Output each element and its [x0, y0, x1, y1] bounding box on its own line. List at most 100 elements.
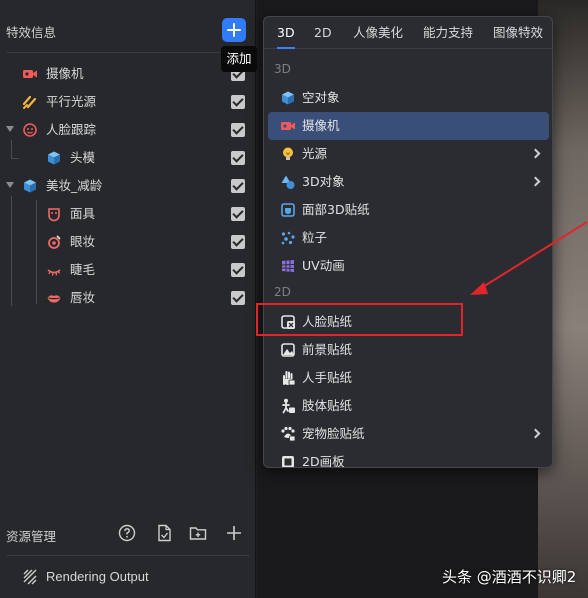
- shapes-icon: [280, 174, 296, 190]
- rendering-output-item[interactable]: Rendering Output: [0, 564, 256, 590]
- add-object-menu: 3D 2D 人像美化 能力支持 图像特效 3D 空对象 摄像机 光源 3D对象: [263, 16, 553, 468]
- head-model-cube-icon: [46, 150, 62, 166]
- menu-item-face-3d-sticker[interactable]: 面部3D贴纸: [268, 196, 549, 224]
- submenu-arrow-icon: [530, 148, 541, 159]
- menu-item-hand-sticker[interactable]: 人手贴纸: [268, 364, 549, 392]
- layer-row-head-model[interactable]: 头模: [0, 144, 256, 172]
- uv-animation-icon: [280, 258, 296, 274]
- menu-item-uv-animation[interactable]: UV动画: [268, 252, 549, 280]
- menu-item-label: 2D画板: [302, 454, 345, 468]
- tab-2d[interactable]: 2D: [314, 25, 332, 41]
- tab-capability-support[interactable]: 能力支持: [423, 25, 473, 41]
- layer-row-face-tracking[interactable]: 人脸跟踪: [0, 116, 256, 144]
- tab-portrait-beauty[interactable]: 人像美化: [353, 25, 403, 41]
- body-sticker-icon: [280, 398, 296, 414]
- layer-visibility-checkbox[interactable]: [231, 123, 245, 137]
- eyelash-icon: [46, 262, 62, 278]
- layer-visibility-checkbox[interactable]: [231, 95, 245, 109]
- menu-item-label: 空对象: [302, 90, 340, 105]
- face-tracking-icon: [22, 122, 38, 138]
- menu-item-2d-canvas[interactable]: 2D画板: [268, 448, 549, 468]
- light-bulb-icon: [280, 146, 296, 162]
- layer-label: 唇妆: [70, 290, 96, 305]
- camera-icon: [280, 118, 296, 134]
- effects-panel: 特效信息 摄像机 平行光源 人脸跟踪 头模 美妆_减龄 面具 眼妆 睫毛 唇妆 …: [0, 0, 256, 598]
- menu-tabs: 3D 2D 人像美化 能力支持 图像特效: [264, 17, 552, 49]
- menu-item-label: UV动画: [302, 258, 345, 273]
- layer-row-directional-light[interactable]: 平行光源: [0, 88, 256, 116]
- expand-caret-icon[interactable]: [6, 182, 14, 188]
- submenu-arrow-icon: [530, 428, 541, 439]
- layer-row-lips[interactable]: 唇妆: [0, 284, 256, 312]
- rendering-output-label: Rendering Output: [46, 569, 149, 584]
- resource-divider: [6, 555, 250, 556]
- layer-row-eyelash[interactable]: 睫毛: [0, 256, 256, 284]
- annotation-highlight-box: [256, 303, 463, 336]
- expand-caret-icon[interactable]: [6, 126, 14, 132]
- menu-item-empty-object[interactable]: 空对象: [268, 84, 549, 112]
- section-label-3d: 3D: [274, 62, 291, 76]
- layer-label: 头模: [70, 150, 96, 165]
- add-tooltip: 添加: [221, 46, 257, 72]
- menu-item-label: 粒子: [302, 230, 328, 245]
- layer-label: 平行光源: [46, 94, 97, 109]
- resource-panel-header: 资源管理: [0, 518, 256, 550]
- camera-icon: [22, 66, 38, 82]
- canvas-2d-icon: [280, 454, 296, 467]
- help-icon[interactable]: [118, 524, 136, 542]
- lips-icon: [46, 290, 62, 306]
- effects-panel-header: 特效信息: [0, 0, 256, 52]
- rendering-output-icon: [22, 569, 38, 585]
- hand-sticker-icon: [280, 370, 296, 386]
- menu-item-label: 摄像机: [302, 118, 340, 133]
- layer-visibility-checkbox[interactable]: [231, 179, 245, 193]
- section-label-2d: 2D: [274, 285, 291, 299]
- menu-item-label: 面部3D贴纸: [302, 202, 370, 217]
- layer-label: 睫毛: [70, 262, 96, 277]
- import-file-icon[interactable]: [155, 524, 173, 542]
- menu-item-3d-object[interactable]: 3D对象: [268, 168, 549, 196]
- menu-item-foreground-sticker[interactable]: 前景贴纸: [268, 336, 549, 364]
- layer-row-camera[interactable]: 摄像机: [0, 60, 256, 88]
- menu-item-light[interactable]: 光源: [268, 140, 549, 168]
- mask-icon: [46, 206, 62, 222]
- new-folder-icon[interactable]: [189, 524, 207, 542]
- layer-visibility-checkbox[interactable]: [231, 235, 245, 249]
- menu-item-particles[interactable]: 粒子: [268, 224, 549, 252]
- foreground-sticker-icon: [280, 342, 296, 358]
- menu-item-label: 肢体贴纸: [302, 398, 353, 413]
- menu-item-label: 前景贴纸: [302, 342, 353, 357]
- menu-item-body-sticker[interactable]: 肢体贴纸: [268, 392, 549, 420]
- add-icon[interactable]: [225, 524, 243, 542]
- menu-item-label: 3D对象: [302, 174, 345, 189]
- directional-light-icon: [22, 94, 38, 110]
- menu-item-label: 光源: [302, 146, 328, 161]
- face-3d-sticker-icon: [280, 202, 296, 218]
- layer-visibility-checkbox[interactable]: [231, 151, 245, 165]
- particles-icon: [280, 230, 296, 246]
- layer-visibility-checkbox[interactable]: [231, 263, 245, 277]
- layer-visibility-checkbox[interactable]: [231, 291, 245, 305]
- effects-panel-title: 特效信息: [6, 25, 57, 40]
- submenu-arrow-icon: [530, 176, 541, 187]
- layer-label: 美妆_减龄: [46, 178, 103, 193]
- layer-label: 人脸跟踪: [46, 122, 97, 137]
- menu-item-label: 人手贴纸: [302, 370, 353, 385]
- pet-face-sticker-icon: [280, 426, 296, 442]
- makeup-cube-icon: [22, 178, 38, 194]
- layer-row-mask[interactable]: 面具: [0, 200, 256, 228]
- layer-visibility-checkbox[interactable]: [231, 207, 245, 221]
- watermark: 头条 @酒酒不识卿2: [442, 568, 577, 586]
- empty-object-cube-icon: [280, 90, 296, 106]
- layer-label: 摄像机: [46, 66, 84, 81]
- layer-row-eye-makeup[interactable]: 眼妆: [0, 228, 256, 256]
- tab-image-effects[interactable]: 图像特效: [493, 25, 543, 41]
- layer-row-makeup-age[interactable]: 美妆_减龄: [0, 172, 256, 200]
- menu-item-camera[interactable]: 摄像机: [268, 112, 549, 140]
- eye-makeup-icon: [46, 234, 62, 250]
- add-effect-button[interactable]: [222, 18, 246, 42]
- layer-label: 眼妆: [70, 234, 96, 249]
- menu-item-pet-face-sticker[interactable]: 宠物脸贴纸: [268, 420, 549, 448]
- tab-3d[interactable]: 3D: [277, 25, 295, 49]
- menu-item-label: 宠物脸贴纸: [302, 426, 365, 441]
